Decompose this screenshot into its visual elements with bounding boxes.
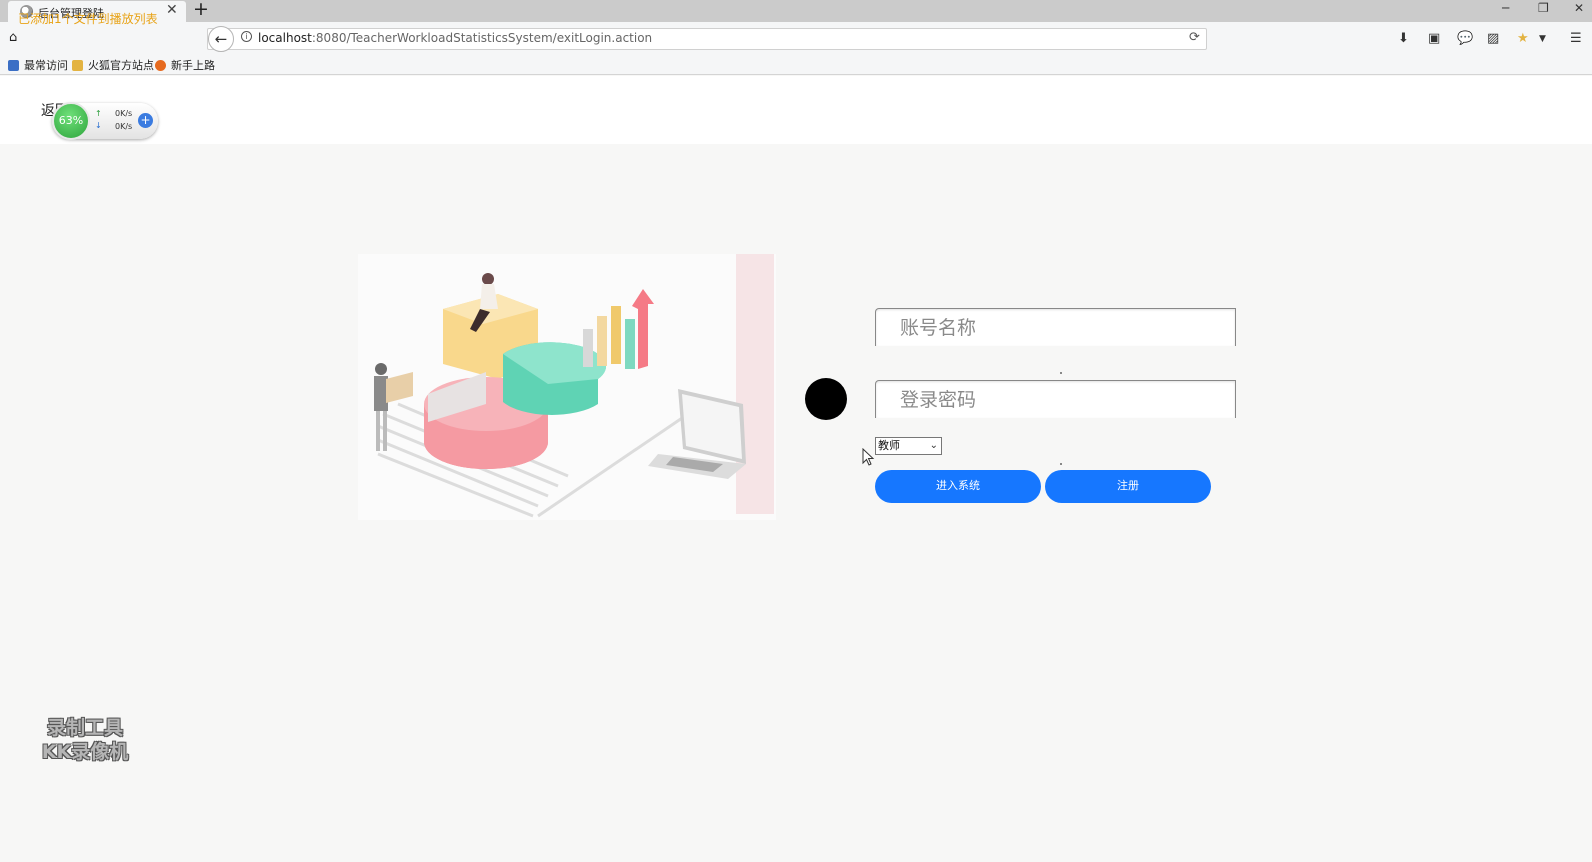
navigation-bar: ⌂ ← i localhost:8080/TeacherWorkloadStat… [0, 22, 1592, 54]
register-button[interactable]: 注册 [1045, 470, 1211, 503]
download-icon[interactable]: ⬇ [1398, 31, 1409, 46]
bookmark-folder-icon [8, 59, 19, 71]
password-field[interactable] [875, 380, 1236, 418]
mouse-cursor-icon [862, 448, 875, 466]
avatar [805, 378, 847, 420]
hero-illustration [358, 254, 776, 520]
bookmark-firefox-site[interactable]: 火狐官方站点 [72, 57, 154, 73]
username-field[interactable] [875, 308, 1236, 346]
browser-chrome: 后台管理登陆 已添加1个文件到播放列表 ✕ + ─ ❐ ✕ ⌂ ← i loca… [0, 0, 1592, 75]
url-text: localhost:8080/TeacherWorkloadStatistics… [258, 31, 653, 45]
new-tab-icon[interactable]: + [193, 0, 209, 20]
upload-arrow-icon: ↑ [95, 109, 102, 118]
page-header: 返回 [0, 76, 1592, 144]
divider-dot [1060, 372, 1062, 374]
divider-dot [1060, 463, 1062, 465]
chat-icon[interactable]: 💬 [1457, 31, 1473, 46]
restore-icon[interactable]: ❐ [1538, 1, 1549, 15]
reload-icon[interactable]: ⟳ [1189, 30, 1200, 45]
watermark-line-2: KK录像机 [41, 741, 129, 763]
upload-speed: 0K/s [115, 109, 133, 118]
close-tab-icon[interactable]: ✕ [166, 2, 178, 18]
bookmark-getting-started[interactable]: 新手上路 [155, 57, 215, 73]
tab-bar: 后台管理登陆 已添加1个文件到播放列表 ✕ + ─ ❐ ✕ [0, 0, 1592, 26]
username-input[interactable] [876, 309, 1235, 346]
menu-icon[interactable]: ☰ [1570, 31, 1582, 46]
star-icon[interactable]: ★ [1517, 31, 1529, 46]
watermark-line-1: 录制工具 [46, 717, 123, 739]
minimize-icon[interactable]: ─ [1502, 1, 1509, 15]
isometric-chart-illustration [358, 254, 776, 520]
home-icon[interactable]: ⌂ [9, 30, 17, 45]
password-input[interactable] [876, 381, 1235, 418]
window-close-icon[interactable]: ✕ [1574, 1, 1584, 15]
bookmark-most-visited[interactable]: 最常访问 [8, 57, 68, 73]
login-button[interactable]: 进入系统 [875, 470, 1041, 503]
sidebar-icon[interactable]: ▣ [1428, 31, 1440, 46]
firefox-icon [155, 59, 166, 71]
net-usage-ball: 63% [52, 102, 90, 140]
download-arrow-icon: ↓ [95, 121, 102, 130]
bookmark-folder-icon [72, 59, 83, 71]
chevron-down-icon: ⌄ [929, 440, 938, 451]
browser-tab[interactable]: 后台管理登陆 已添加1个文件到播放列表 ✕ [8, 1, 186, 26]
network-speed-widget[interactable]: 63% ↑ 0K/s ↓ 0K/s + [52, 102, 158, 140]
plus-icon[interactable]: + [138, 113, 153, 128]
download-speed: 0K/s [115, 122, 133, 131]
info-icon[interactable]: i [241, 31, 252, 42]
recorder-watermark: 录制工具 KK录像机 [28, 716, 142, 768]
role-select[interactable]: 教师 ⌄ [875, 437, 942, 455]
role-selected-value: 教师 [878, 439, 900, 452]
back-arrow-icon[interactable]: ← [208, 26, 234, 52]
bookmarks-bar: 最常访问 火狐官方站点 新手上路 [0, 54, 1592, 74]
chevron-down-icon[interactable]: ▼ [1539, 34, 1546, 44]
screenshot-icon[interactable]: ▨ [1487, 31, 1499, 46]
